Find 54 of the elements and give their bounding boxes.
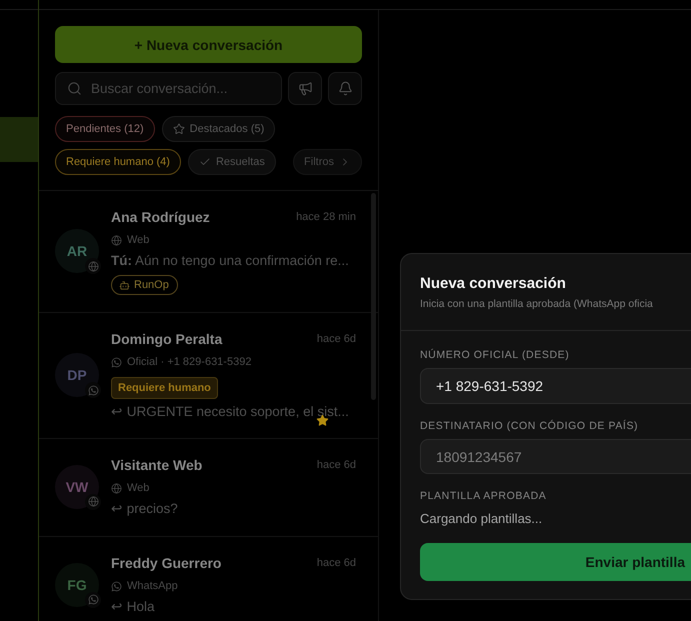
globe-icon	[111, 482, 122, 494]
contact-name: Domingo Peralta	[111, 331, 222, 347]
message-time: hace 6d	[316, 557, 356, 569]
input-field[interactable]: 18091234567	[420, 439, 691, 474]
channel-label: Web	[127, 482, 150, 494]
channel-label: Web	[127, 234, 150, 246]
message-time: hace 6d	[316, 333, 356, 345]
message-preview: ↩ precios?	[111, 500, 179, 518]
conversation-item[interactable]: DP Domingo Peralta hace 6d Oficial · +1 829-631-5392 Requiere humano ↩ URGENTE necesito soporte, el sist...	[39, 313, 378, 439]
search-field[interactable]: Buscar conversación...	[55, 72, 282, 105]
message-time: hace 6d	[316, 459, 356, 471]
tag-label: RunOp	[134, 279, 169, 291]
filter-chip[interactable]: Requiere humano (4)	[55, 149, 181, 175]
phone-bubble-icon	[111, 356, 122, 368]
conversation-item[interactable]: VW Visitante Web hace 6d Web ↩ precios?	[39, 439, 378, 537]
notifications-button[interactable]	[328, 72, 362, 105]
search-icon	[67, 81, 82, 96]
channel-badge-icon	[85, 592, 101, 608]
megaphone-button[interactable]	[288, 72, 322, 105]
contact-name: Visitante Web	[111, 457, 202, 473]
field-label: NÚMERO OFICIAL (DESDE)	[420, 348, 570, 362]
conversation-item[interactable]: FG Freddy Guerrero hace 6d WhatsApp ↩ Hola	[39, 537, 378, 621]
sidebar-highlight	[0, 117, 38, 162]
message-time: hace 28 min	[296, 211, 356, 223]
field-label: DESTINATARIO (CON CÓDIGO DE PAÍS)	[420, 419, 640, 433]
message-preview: ↩ URGENTE necesito soporte, el sist...	[111, 403, 350, 421]
dialog-title: Nueva conversación	[420, 275, 567, 293]
filter-chip[interactable]: Destacados (5)	[162, 116, 276, 142]
input-field[interactable]: +1 829-631-5392	[420, 368, 691, 404]
star-icon	[172, 123, 185, 135]
status-badge: Requiere humano	[111, 377, 218, 399]
channel-badge-icon	[85, 382, 101, 398]
channel-badge-icon	[85, 494, 101, 510]
message-preview: Tú: Aún no tengo una confirmación re...	[111, 252, 350, 270]
check-icon	[198, 156, 211, 168]
dialog-subtitle: Inicia con una plantilla aprobada (WhatsApp oficia	[420, 297, 654, 311]
robot-icon	[119, 280, 130, 290]
channel-label: WhatsApp	[127, 580, 178, 592]
megaphone-icon	[298, 81, 312, 96]
avatar: VW	[55, 464, 99, 508]
contact-name: Ana Rodríguez	[111, 209, 210, 225]
bell-icon	[338, 81, 352, 96]
send-template-button[interactable]: Enviar plantilla	[420, 543, 691, 581]
contact-name: Freddy Guerrero	[111, 555, 222, 571]
field-label: PLANTILLA APROBADA	[420, 489, 548, 503]
phone-bubble-icon	[111, 580, 122, 592]
message-preview: ↩ Hola	[111, 598, 156, 616]
loading-status: Cargando plantillas...	[420, 511, 544, 527]
globe-icon	[111, 234, 122, 246]
channel-badge-icon	[85, 258, 101, 274]
channel-label: Oficial · +1 829-631-5392	[127, 356, 252, 368]
scrollbar-thumb[interactable]	[371, 193, 376, 400]
avatar: AR	[55, 229, 99, 273]
filter-chip[interactable]: Pendientes (12)	[55, 116, 155, 142]
